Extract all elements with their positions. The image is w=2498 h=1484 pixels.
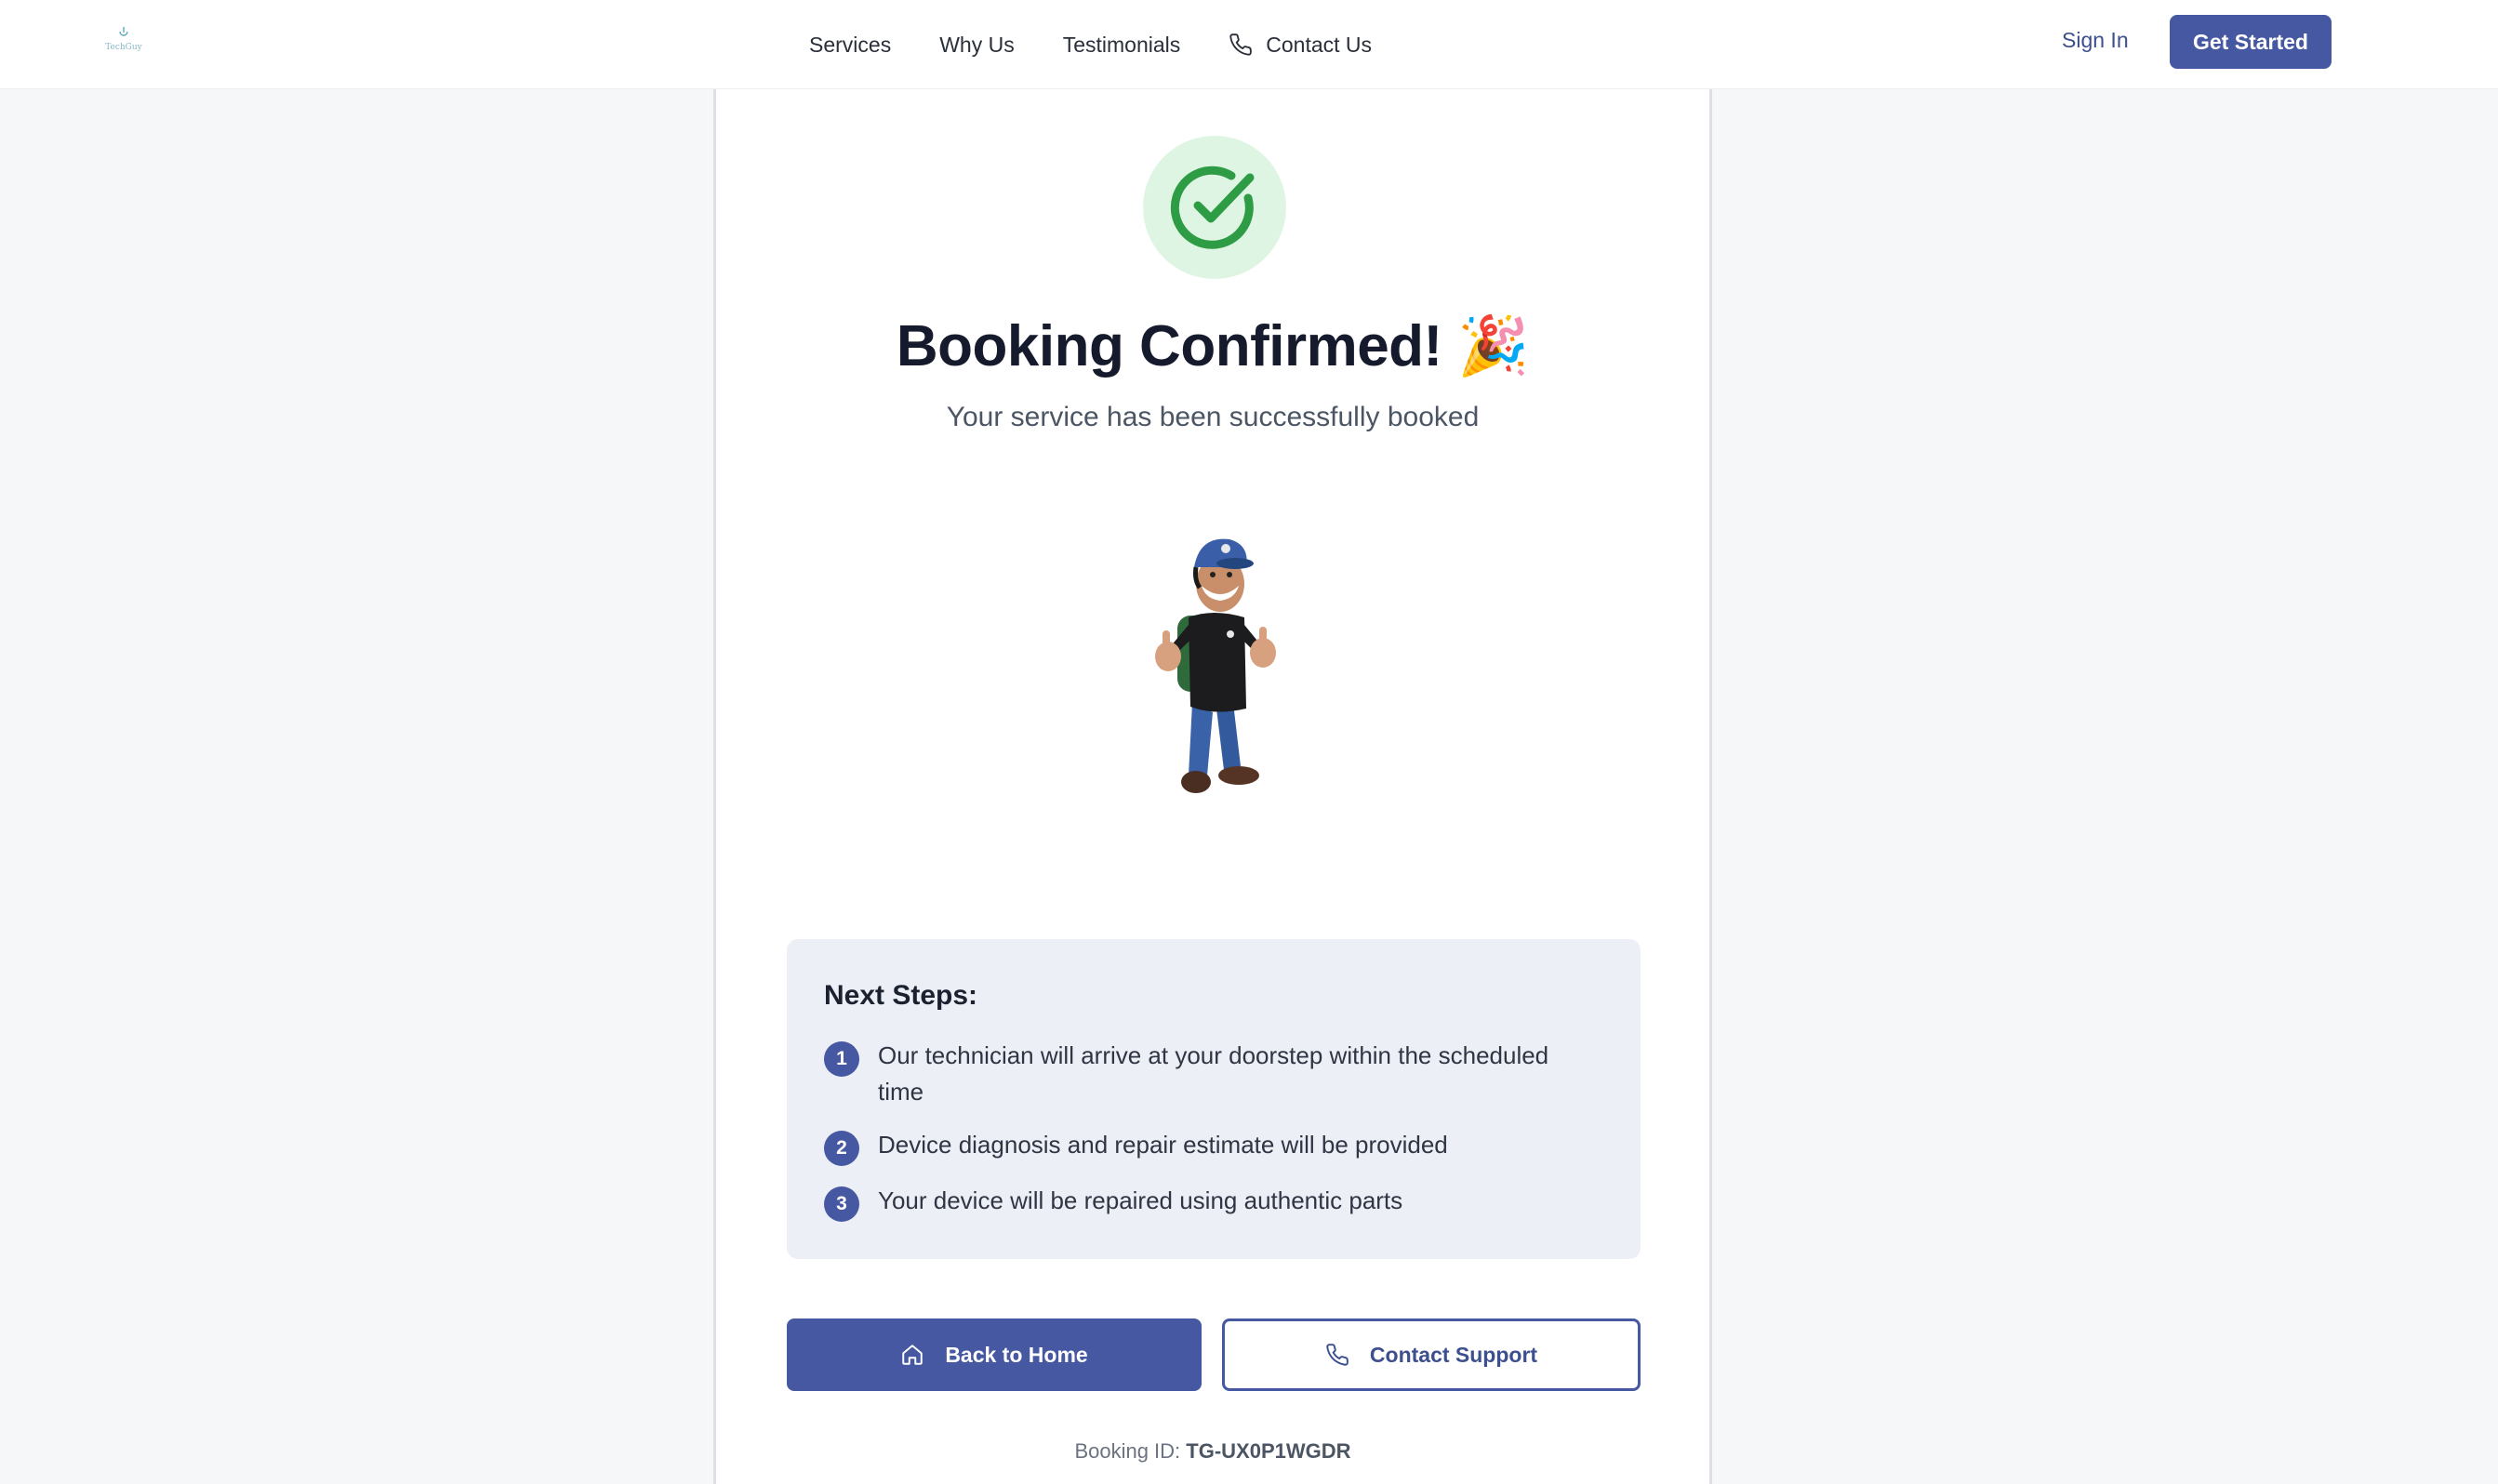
nav-contact-us-label: Contact Us — [1266, 32, 1373, 57]
booking-id-value: TG-UX0P1WGDR — [1186, 1439, 1351, 1463]
next-steps-panel: Next Steps: 1 Our technician will arrive… — [787, 939, 1641, 1259]
home-icon — [902, 1345, 923, 1365]
next-steps-title: Next Steps: — [824, 980, 978, 1011]
brand-logo[interactable]: TechGuy — [100, 26, 147, 54]
nav-why-us[interactable]: Why Us — [939, 33, 1015, 58]
step-number-badge: 1 — [824, 1041, 859, 1077]
step-number-badge: 3 — [824, 1186, 859, 1222]
phone-icon — [1229, 33, 1253, 56]
step-text: Our technician will arrive at your doors… — [878, 1041, 1549, 1106]
phone-icon — [1326, 1344, 1349, 1366]
nav-services[interactable]: Services — [809, 33, 891, 58]
next-step-item: 3 Your device will be repaired using aut… — [824, 1183, 1603, 1222]
get-started-button[interactable]: Get Started — [2170, 15, 2332, 69]
booking-id-label: Booking ID: — [1074, 1439, 1181, 1463]
nav-why-us-label: Why Us — [939, 32, 1015, 57]
top-navbar: TechGuy Services Why Us Testimonials Con… — [0, 0, 2498, 89]
sign-in-link[interactable]: Sign In — [2062, 28, 2129, 53]
page-title: Booking Confirmed! 🎉 — [896, 314, 1530, 378]
technician-mascot-illustration — [1155, 538, 1276, 793]
check-circle-icon — [1170, 166, 1255, 249]
nav-contact-us[interactable]: Contact Us — [1229, 33, 1372, 58]
contact-support-label: Contact Support — [1369, 1342, 1538, 1367]
contact-support-button[interactable]: Contact Support — [1222, 1318, 1641, 1391]
step-text: Your device will be repaired using authe… — [878, 1186, 1403, 1214]
main-nav: Services Why Us Testimonials Contact Us — [809, 0, 1372, 89]
logo-icon — [119, 27, 128, 36]
next-step-item: 2 Device diagnosis and repair estimate w… — [824, 1127, 1603, 1166]
booking-id-line: Booking ID: TG-UX0P1WGDR — [716, 1439, 1709, 1464]
back-to-home-button[interactable]: Back to Home — [787, 1318, 1202, 1391]
confirmation-card: Booking Confirmed! 🎉 Your service has be… — [713, 89, 1712, 1484]
logo-text: TechGuy — [105, 43, 142, 52]
step-number-badge: 2 — [824, 1131, 859, 1166]
nav-testimonials[interactable]: Testimonials — [1063, 33, 1181, 58]
back-to-home-label: Back to Home — [945, 1342, 1088, 1367]
step-text: Device diagnosis and repair estimate wil… — [878, 1131, 1448, 1159]
success-badge — [1143, 136, 1286, 279]
nav-services-label: Services — [809, 32, 892, 57]
next-step-item: 1 Our technician will arrive at your doo… — [824, 1038, 1603, 1110]
page-subtitle: Your service has been successfully booke… — [946, 402, 1480, 432]
nav-testimonials-label: Testimonials — [1062, 32, 1181, 57]
